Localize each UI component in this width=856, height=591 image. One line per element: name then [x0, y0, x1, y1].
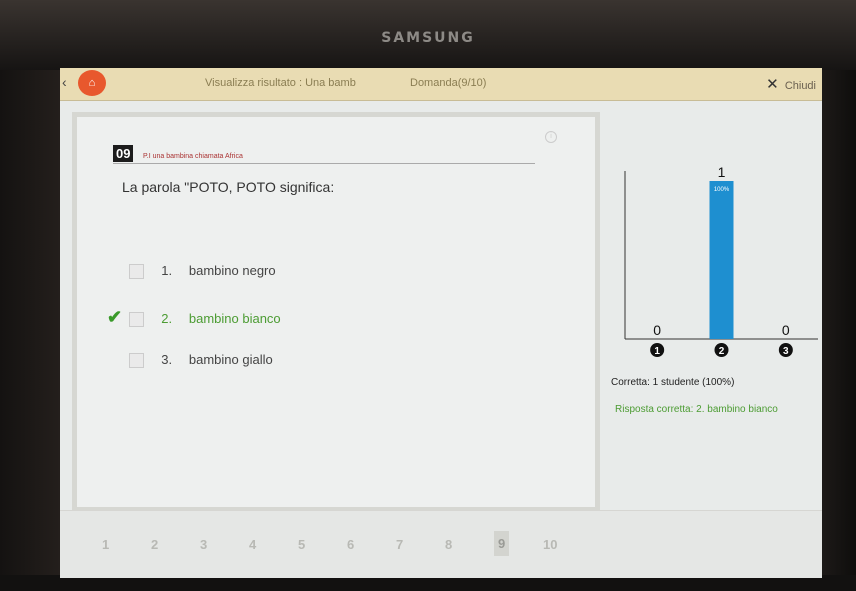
- chart-data-label-1: 0: [653, 322, 661, 338]
- option-2-label: bambino bianco: [188, 311, 281, 326]
- page-title: Visualizza risultato : Una bamb: [205, 77, 356, 89]
- correct-answer: Risposta corretta: 2. bambino bianco: [615, 404, 778, 415]
- app-logo[interactable]: ⌂: [78, 70, 106, 96]
- device-brand: SAMSUNG: [381, 30, 475, 46]
- divider: [113, 163, 535, 164]
- option-1-checkbox: [128, 264, 144, 280]
- page-item-2[interactable]: 2: [151, 537, 158, 552]
- page-item-8[interactable]: 8: [445, 537, 452, 552]
- question-counter: Domanda(9/10): [410, 77, 487, 89]
- chart-tick-label-3: 3: [783, 346, 789, 357]
- chart-data-label-2: 1: [718, 164, 726, 180]
- option-1-number: 1.: [161, 263, 173, 278]
- question-card: 09 P.I una bambina chiamata Africa i La …: [72, 112, 600, 512]
- device-bezel-left: [0, 70, 60, 591]
- question-text: La parola "POTO, POTO significa:: [122, 179, 335, 195]
- question-pager: 1 2 3 4 5 6 7 8 9 10: [60, 510, 822, 578]
- chart-percent-label-2: 100%: [714, 187, 730, 193]
- back-arrow-icon[interactable]: ‹: [62, 74, 67, 90]
- option-3: 3. bambino giallo: [107, 352, 273, 369]
- chart-tick-label-2: 2: [719, 346, 725, 357]
- chart-bar-2: [709, 181, 734, 339]
- option-1: 1. bambino negro: [107, 263, 276, 280]
- option-2-number: 2.: [161, 311, 173, 326]
- option-2: ✔ 2. bambino bianco: [107, 307, 281, 328]
- close-label: Chiudi: [784, 80, 816, 92]
- option-1-label: bambino negro: [188, 263, 276, 278]
- question-number: 09: [113, 145, 134, 162]
- info-icon[interactable]: i: [545, 131, 557, 143]
- header-bar: ‹ ⌂ Visualizza risultato : Una bamb Doma…: [60, 68, 822, 101]
- question-category: P.I una bambina chiamata Africa: [143, 153, 243, 160]
- page-item-9[interactable]: 9: [494, 531, 510, 556]
- page-item-1[interactable]: 1: [102, 537, 109, 552]
- option-3-checkbox: [128, 353, 144, 369]
- option-3-number: 3.: [161, 352, 173, 367]
- close-button[interactable]: ✕ Chiudi: [766, 75, 816, 93]
- page-item-6[interactable]: 6: [347, 537, 354, 552]
- option-3-label: bambino giallo: [188, 352, 273, 367]
- device-bezel-top: SAMSUNG: [0, 0, 856, 70]
- results-chart: 0 1 1 100% 2 0 3: [624, 164, 818, 357]
- close-icon: ✕: [766, 76, 779, 93]
- app-screen: ‹ ⌂ Visualizza risultato : Una bamb Doma…: [60, 68, 822, 578]
- page-item-5[interactable]: 5: [298, 537, 305, 552]
- page-item-7[interactable]: 7: [396, 537, 403, 552]
- device-bezel-right: [822, 70, 856, 591]
- page-item-10[interactable]: 10: [543, 537, 557, 552]
- page-item-3[interactable]: 3: [200, 537, 207, 552]
- chart-tick-label-1: 1: [654, 346, 660, 357]
- page-item-4[interactable]: 4: [249, 537, 256, 552]
- chart-data-label-3: 0: [782, 322, 790, 338]
- correct-count: Corretta: 1 studente (100%): [611, 377, 735, 388]
- option-2-checkbox: [128, 312, 144, 328]
- checkmark-icon: ✔: [107, 307, 123, 327]
